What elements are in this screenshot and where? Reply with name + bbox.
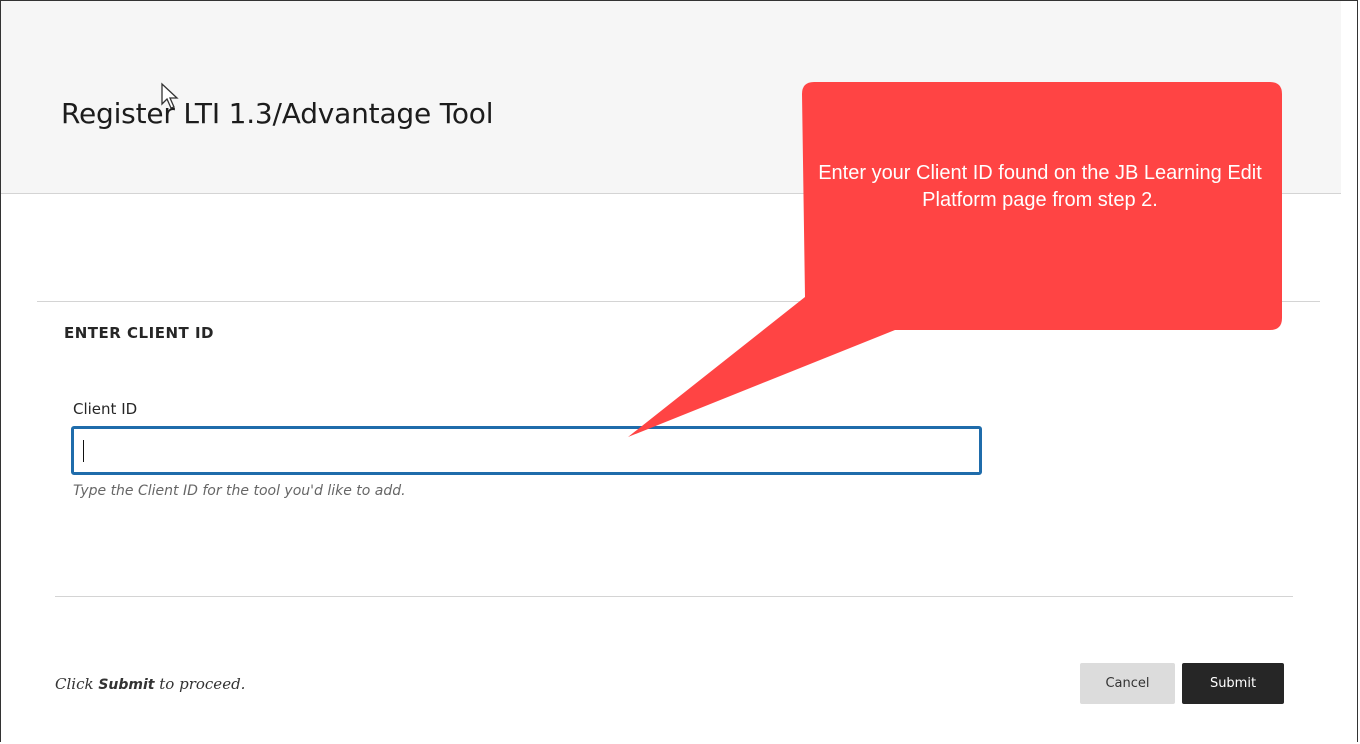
instruction-suffix: to proceed.	[159, 675, 246, 693]
client-id-hint: Type the Client ID for the tool you'd li…	[73, 483, 406, 499]
client-id-input[interactable]	[71, 426, 982, 475]
section-divider-bottom	[55, 596, 1293, 597]
mouse-pointer-icon	[161, 82, 179, 109]
instruction-keyword: Submit	[98, 677, 155, 693]
page-title: Register LTI 1.3/Advantage Tool	[61, 97, 494, 130]
text-caret	[83, 440, 84, 462]
page-header: Register LTI 1.3/Advantage Tool	[1, 1, 1341, 194]
instruction-prefix: Click	[55, 675, 94, 693]
cancel-button[interactable]: Cancel	[1080, 663, 1175, 704]
section-divider-top	[37, 301, 1320, 302]
section-heading: ENTER CLIENT ID	[64, 324, 214, 342]
submit-instructions: Click Submit to proceed.	[55, 675, 245, 693]
submit-button[interactable]: Submit	[1182, 663, 1284, 704]
client-id-label: Client ID	[73, 400, 138, 418]
